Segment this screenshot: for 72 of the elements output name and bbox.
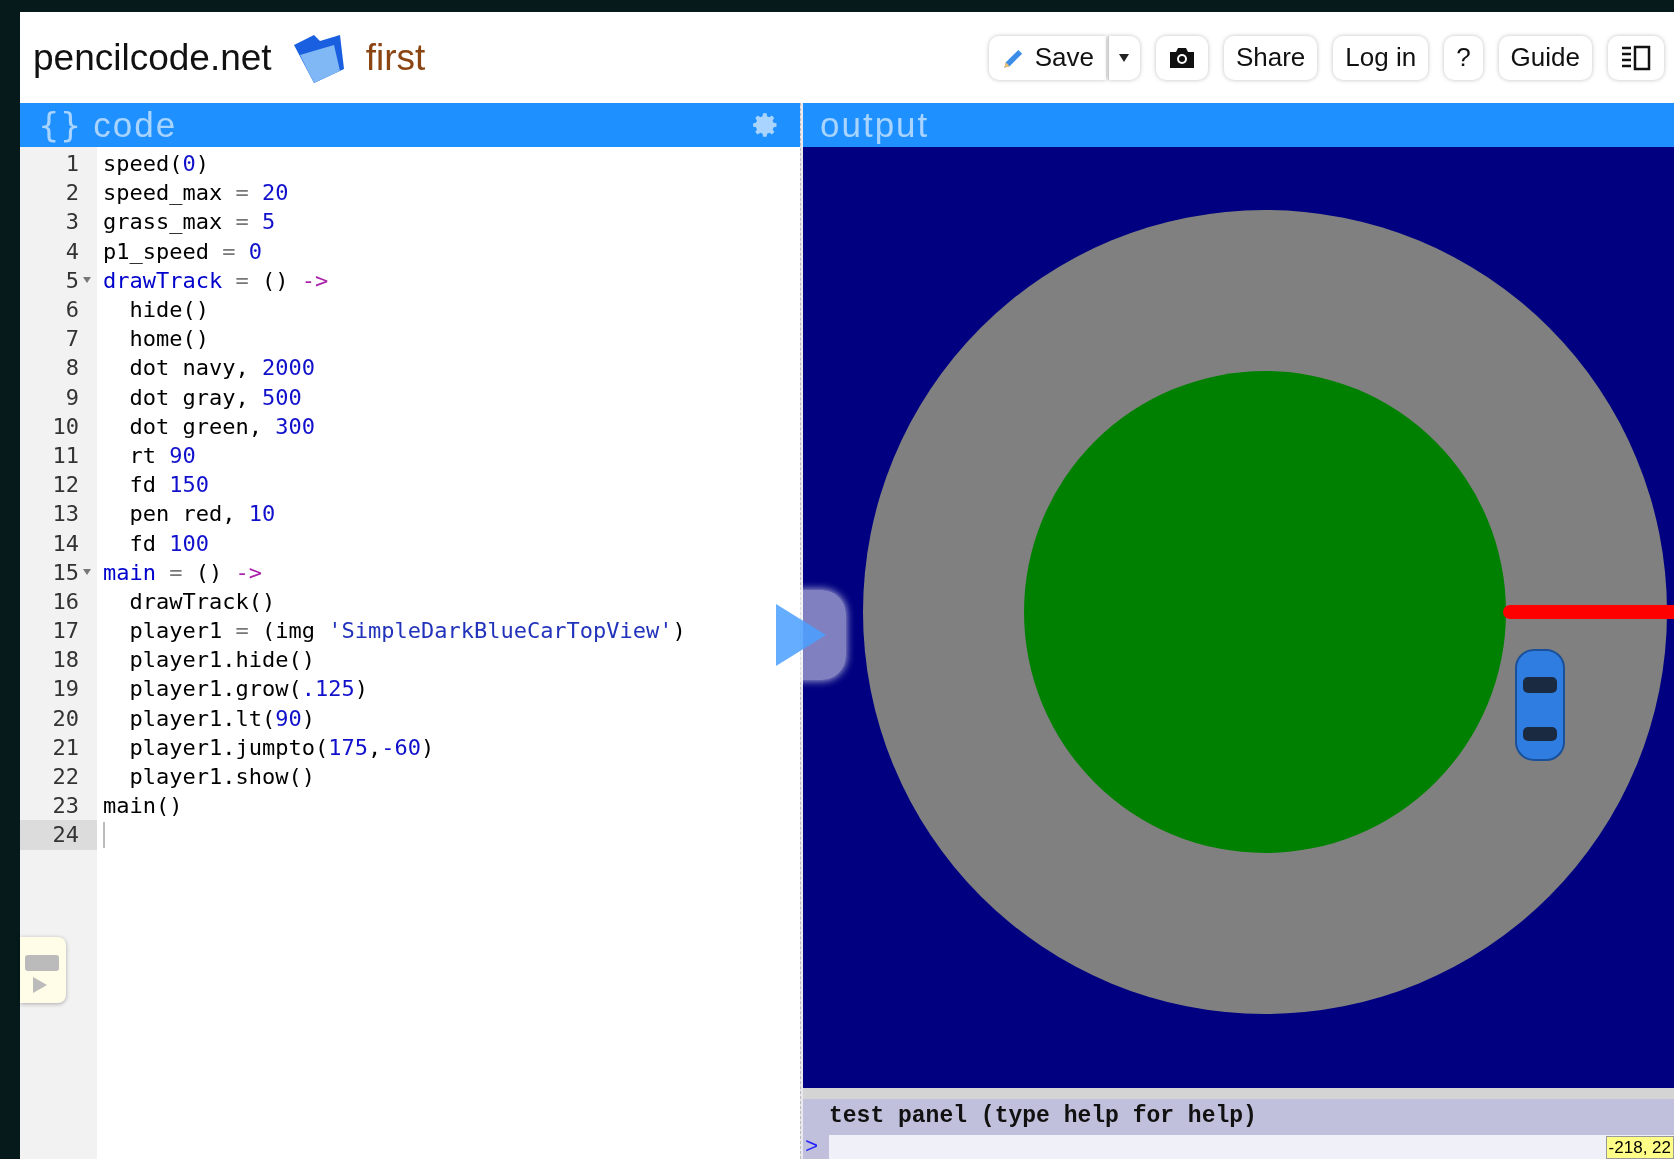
screenshot-button[interactable]: [1155, 35, 1208, 80]
line-number: 3: [65, 208, 79, 237]
code-line: player1.show(): [128, 763, 315, 792]
code-line: drawTrack = () ->: [103, 266, 329, 295]
text-cursor: [103, 821, 105, 848]
line-number: 9: [65, 383, 79, 412]
line-number: 18: [52, 646, 79, 675]
line-number: 15: [52, 558, 79, 587]
output-title: output: [820, 103, 930, 146]
file-name[interactable]: first: [365, 29, 426, 86]
line-number: 12: [52, 471, 79, 500]
layout-button[interactable]: [1608, 35, 1664, 80]
line-number: 19: [52, 675, 79, 704]
line-number: 11: [52, 441, 79, 470]
line-number: 21: [52, 733, 79, 762]
code-line: grass_max = 5: [103, 208, 276, 237]
site-title[interactable]: pencilcode.net: [33, 29, 272, 86]
line-number: 20: [52, 704, 79, 733]
code-line: dot green, 300: [128, 412, 315, 441]
code-line: player1.lt(90): [128, 704, 315, 733]
line-number: 10: [52, 412, 79, 441]
code-line: fd 100: [128, 529, 209, 558]
braces-label: {}: [38, 103, 82, 147]
command-input[interactable]: [829, 1135, 1674, 1159]
panel-layout-icon: [1621, 44, 1651, 71]
line-number: 7: [65, 325, 79, 354]
code-line: speed_max = 20: [103, 179, 289, 208]
test-panel-title: test panel (type help for help): [829, 1101, 1257, 1131]
code-line: main(): [103, 792, 183, 821]
header-button[interactable]: Share: [1223, 35, 1318, 80]
code-line: pen red, 10: [128, 500, 276, 529]
code-line: main = () ->: [103, 558, 262, 587]
prompt-symbol: >: [804, 1137, 820, 1159]
code-line: dot navy, 2000: [128, 354, 315, 383]
code-line: player1.hide(): [128, 646, 315, 675]
code-line: dot gray, 500: [128, 383, 302, 412]
code-line: drawTrack(): [128, 587, 276, 616]
line-number: 13: [52, 500, 79, 529]
camera-icon: [1167, 45, 1196, 70]
header-button[interactable]: Guide: [1498, 35, 1592, 80]
line-number: 23: [52, 792, 79, 821]
line-number: 2: [65, 179, 79, 208]
line-number: 6: [65, 296, 79, 325]
line-number: 8: [65, 354, 79, 383]
code-title: code: [93, 103, 178, 146]
header-button[interactable]: Log in: [1333, 35, 1429, 80]
line-number: 4: [65, 237, 79, 266]
line-number: 14: [52, 529, 79, 558]
line-number: 5: [65, 266, 79, 295]
caret-icon: [1119, 53, 1130, 62]
header-button[interactable]: ?: [1444, 35, 1483, 80]
code-line: player1.grow(.125): [128, 675, 368, 704]
line-number: 16: [52, 587, 79, 616]
fold-icon[interactable]: [83, 569, 91, 576]
save-button[interactable]: Save: [988, 35, 1106, 80]
run-button[interactable]: [756, 590, 846, 680]
code-line: player1.jumpto(175,-60): [128, 733, 435, 762]
line-number: 22: [52, 763, 79, 792]
code-line: p1_speed = 0: [103, 237, 262, 266]
line-number: 17: [52, 617, 79, 646]
line-number: 1: [65, 150, 79, 179]
line-number: 24: [52, 821, 79, 850]
block-mode-toggle[interactable]: [20, 937, 66, 1003]
code-line: fd 150: [128, 471, 209, 500]
fold-icon[interactable]: [83, 277, 91, 284]
code-line: home(): [128, 325, 209, 354]
play-icon: [776, 604, 826, 666]
code-line: player1 = (img 'SimpleDarkBlueCarTopView'): [128, 617, 686, 646]
save-options-button[interactable]: [1107, 35, 1140, 80]
code-line: hide(): [128, 296, 209, 325]
code-line: speed(0): [103, 150, 209, 179]
code-line: rt 90: [128, 441, 196, 470]
